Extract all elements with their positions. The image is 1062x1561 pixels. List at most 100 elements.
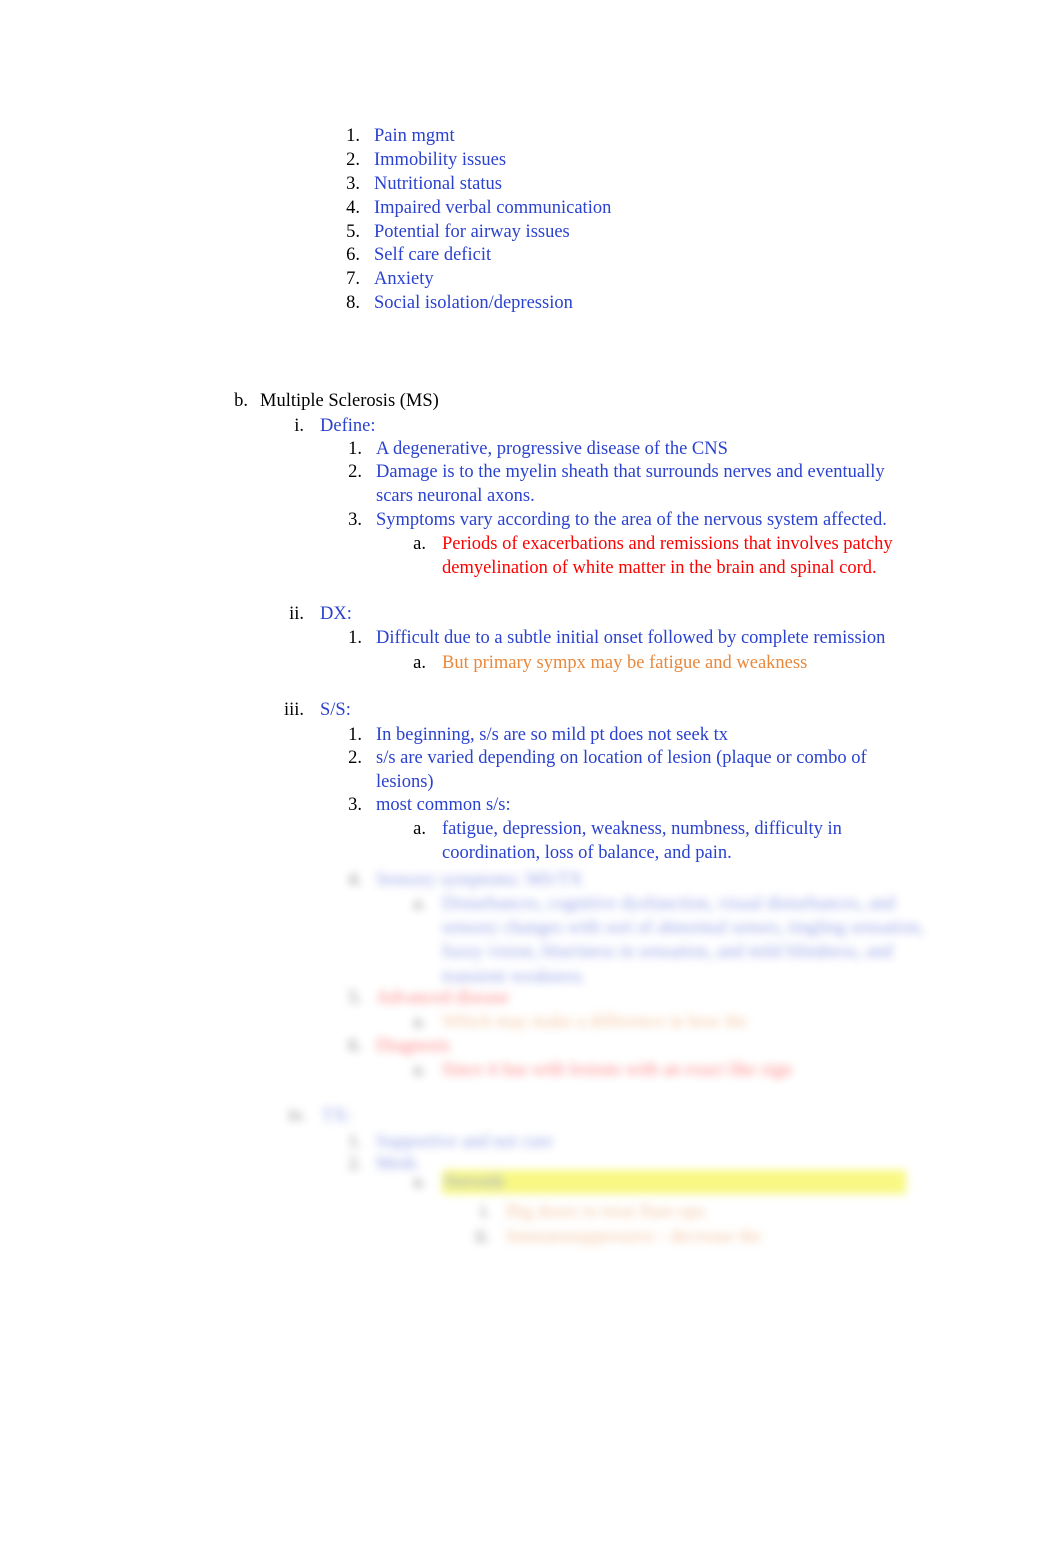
- list-item-text: But primary sympx may be fatigue and wea…: [442, 653, 808, 673]
- list-marker: 7.: [346, 269, 360, 289]
- list-marker: 3.: [348, 510, 362, 530]
- list-marker: a.: [413, 1172, 426, 1192]
- list-item: 1. Pain mgmt: [338, 124, 958, 148]
- list-item: 2. s/s are varied depending on location …: [340, 746, 900, 794]
- list-item-text: Since it has with lesions with an exact …: [442, 1060, 792, 1080]
- obscured-list-item: 6. Diagnosis: [340, 1034, 900, 1058]
- list-item-text: fatigue, depression, weakness, numbness,…: [442, 819, 847, 864]
- list-marker: 1.: [348, 725, 362, 745]
- list-item-text: most common s/s:: [376, 795, 511, 815]
- list-item: 3. most common s/s:: [340, 793, 930, 817]
- list-item-text: Self care deficit: [374, 245, 492, 265]
- list-item-text: Disturbances, cognitive dysfunction, vis…: [442, 894, 929, 987]
- obscured-list-item: a. Since it has with lesions with an exa…: [406, 1058, 906, 1082]
- document-page: 1. Pain mgmt 2. Immobility issues 3. Nut…: [0, 0, 1062, 1561]
- list-marker: 2.: [348, 748, 362, 768]
- section-marker: b.: [234, 391, 248, 411]
- list-item-text: Sensory symptoms: MS/TX: [376, 870, 583, 890]
- list-item: 2. Immobility issues: [338, 148, 958, 172]
- list-marker: 1.: [346, 126, 360, 146]
- list-marker: 6.: [346, 245, 360, 265]
- list-marker: 2.: [346, 150, 360, 170]
- subsection-label: DX:: [320, 604, 352, 624]
- list-marker: 5.: [348, 988, 362, 1008]
- list-item: 3. Symptoms vary according to the area o…: [340, 508, 930, 532]
- obscured-list-item: 4. Sensory symptoms: MS/TX: [340, 868, 900, 892]
- list-item: 5. Potential for airway issues: [338, 220, 958, 244]
- obscured-list-item: a. Disturbances, cognitive dysfunction, …: [406, 892, 936, 989]
- list-marker: a.: [413, 1060, 426, 1080]
- list-marker: a.: [413, 819, 426, 839]
- subsection-label: S/S:: [320, 700, 351, 720]
- list-marker: 3.: [348, 795, 362, 815]
- subsection-marker: iv.: [288, 1106, 306, 1126]
- obscured-list-item: ii. Immunosuppressive - decrease the: [462, 1225, 922, 1249]
- list-marker: 1.: [348, 1132, 362, 1152]
- list-item: 8. Social isolation/depression: [338, 291, 958, 315]
- list-item-text: A degenerative, progressive disease of t…: [376, 439, 728, 459]
- list-marker: i.: [480, 1202, 490, 1222]
- list-marker: 2.: [348, 1154, 362, 1174]
- list-item-text: Potential for airway issues: [374, 222, 570, 242]
- list-item-text: Impaired verbal communication: [374, 198, 612, 218]
- list-marker: 2.: [348, 462, 362, 482]
- obscured-list-item: i. Big doses to treat flare-ups: [468, 1200, 928, 1224]
- list-marker: a.: [413, 894, 426, 914]
- list-marker: 6.: [348, 1036, 362, 1056]
- list-item-text: Immunosuppressive - decrease the: [506, 1227, 762, 1247]
- list-item-text: Social isolation/depression: [374, 293, 573, 313]
- list-item-text: Immobility issues: [374, 150, 507, 170]
- list-marker: 8.: [346, 293, 360, 313]
- list-item-text: Damage is to the myelin sheath that surr…: [376, 462, 890, 507]
- list-item-text: Which may make a difference in how the: [442, 1012, 748, 1032]
- list-item-text: Steroids: [442, 1170, 906, 1195]
- subsection-define: i. Define:: [284, 414, 934, 438]
- section-heading: b. Multiple Sclerosis (MS): [218, 389, 918, 413]
- list-item-text: Meds: [376, 1154, 418, 1174]
- subsection-label: TX:: [322, 1106, 352, 1126]
- list-marker: 1.: [348, 439, 362, 459]
- list-item: 4. Impaired verbal communication: [338, 196, 958, 220]
- list-item: a. Periods of exacerbations and remissio…: [406, 532, 926, 580]
- list-marker: 3.: [346, 174, 360, 194]
- subsection-ss: iii. S/S:: [274, 698, 924, 722]
- obscured-list-item: a. Which may make a difference in how th…: [406, 1010, 906, 1034]
- list-item: 1. A degenerative, progressive disease o…: [340, 437, 920, 461]
- list-item-text: Anxiety: [374, 269, 434, 289]
- list-marker: 1.: [348, 628, 362, 648]
- list-item-text: Supportive and not cure: [376, 1132, 554, 1152]
- list-item: a. But primary sympx may be fatigue and …: [406, 651, 926, 675]
- list-item: 7. Anxiety: [338, 267, 958, 291]
- list-item-text: Diagnosis: [376, 1036, 450, 1056]
- list-marker: ii.: [475, 1227, 490, 1247]
- list-item-text: In beginning, s/s are so mild pt does no…: [376, 725, 728, 745]
- obscured-list-item: 5. Advanced disease: [340, 986, 900, 1010]
- section-heading-text: Multiple Sclerosis (MS): [260, 391, 439, 411]
- list-item-text: Periods of exacerbations and remissions …: [442, 534, 898, 579]
- list-item-text: Nutritional status: [374, 174, 502, 194]
- obscured-content-region: 4. Sensory symptoms: MS/TX a. Disturbanc…: [0, 858, 1062, 1278]
- list-item: 2. Damage is to the myelin sheath that s…: [340, 460, 918, 508]
- obscured-subsection: iv. TX:: [278, 1104, 878, 1128]
- list-item: 6. Self care deficit: [338, 243, 958, 267]
- subsection-marker: i.: [294, 416, 304, 436]
- list-item: 1. Difficult due to a subtle initial ons…: [340, 626, 930, 650]
- list-item-text: Pain mgmt: [374, 126, 455, 146]
- list-item-text: s/s are varied depending on location of …: [376, 748, 872, 793]
- list-item-text: Difficult due to a subtle initial onset …: [376, 628, 886, 648]
- list-item: 1. In beginning, s/s are so mild pt does…: [340, 723, 930, 747]
- list-item-text: Big doses to treat flare-ups: [506, 1202, 706, 1222]
- list-marker: a.: [413, 653, 426, 673]
- obscured-list-item-highlighted: a. Steroids: [406, 1170, 906, 1195]
- subsection-label: Define:: [320, 416, 376, 436]
- subsection-marker: iii.: [283, 700, 304, 720]
- list-marker: 5.: [346, 222, 360, 242]
- list-marker: 4.: [346, 198, 360, 218]
- list-item: 3. Nutritional status: [338, 172, 958, 196]
- list-marker: a.: [413, 1012, 426, 1032]
- list-item-text: Symptoms vary according to the area of t…: [376, 510, 887, 530]
- subsection-marker: ii.: [289, 604, 304, 624]
- subsection-dx: ii. DX:: [278, 602, 928, 626]
- obscured-list-item: 1. Supportive and not cure: [340, 1130, 900, 1154]
- list-marker: a.: [413, 534, 426, 554]
